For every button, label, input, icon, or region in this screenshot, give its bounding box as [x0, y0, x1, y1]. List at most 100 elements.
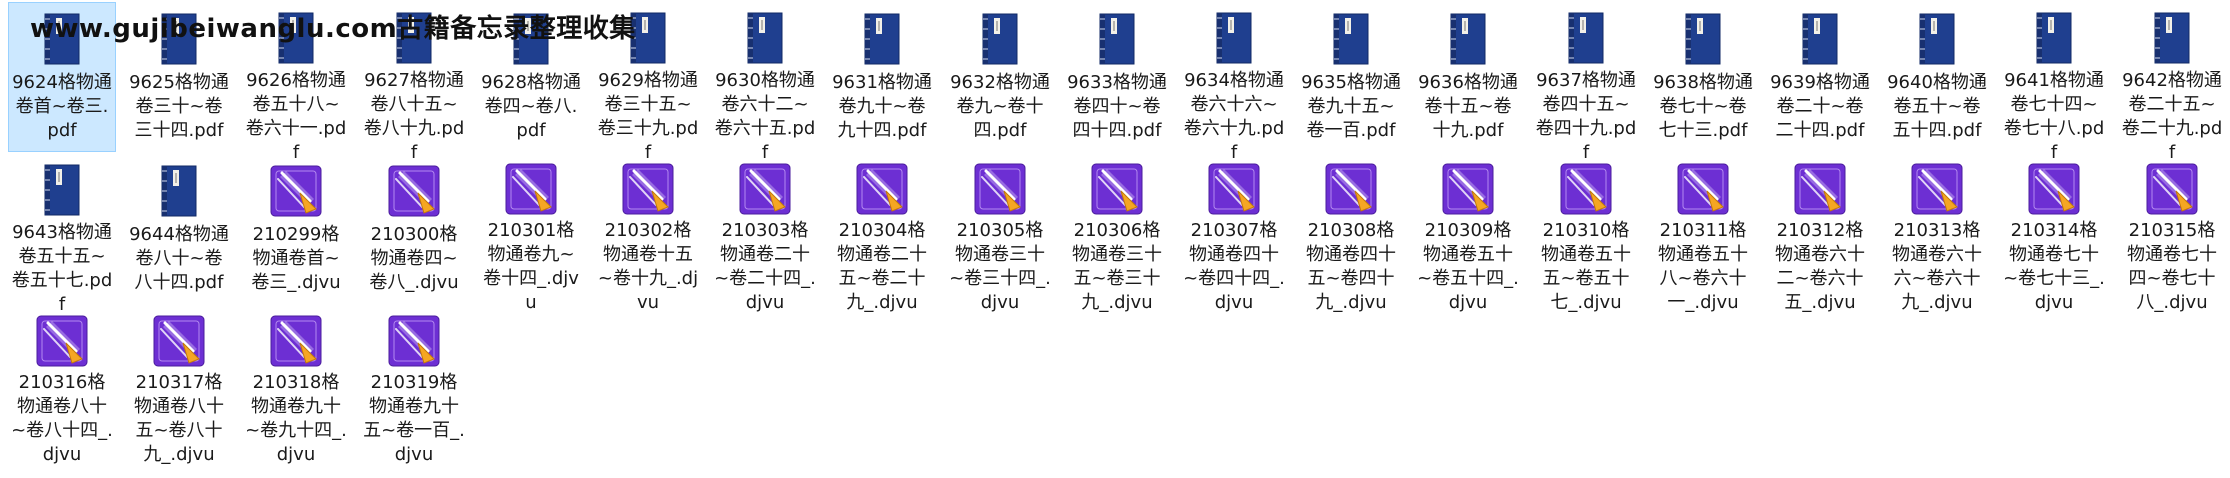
file-name-label: 9632格物通卷九~卷十四.pdf	[950, 72, 1050, 141]
file-name-label: 9633格物通卷四十~卷四十四.pdf	[1067, 72, 1167, 141]
file-item[interactable]: 210314格物通卷七十~卷七十三_.djvu	[2000, 154, 2108, 313]
file-name-label: 210303格物通卷二十~卷二十四_.djvu	[714, 220, 816, 313]
file-name-label: 9629格物通卷三十五~卷三十九.pdf	[597, 70, 699, 163]
djvu-file-icon	[386, 315, 442, 367]
djvu-file-icon	[1089, 163, 1145, 215]
file-item[interactable]: 210313格物通卷六十六~卷六十九_.djvu	[1883, 154, 1991, 313]
pdf-book-icon	[972, 11, 1028, 67]
file-name-label: 9644格物通卷八十~卷八十四.pdf	[129, 224, 229, 293]
file-name-label: 9637格物通卷四十五~卷四十九.pdf	[1535, 70, 1637, 163]
file-item[interactable]: 9644格物通卷八十~卷八十四.pdf	[125, 154, 233, 304]
file-item[interactable]: 210318格物通卷九十~卷九十四_.djvu	[242, 306, 350, 465]
pdf-book-icon	[2026, 11, 2082, 65]
file-item[interactable]: 9641格物通卷七十四~卷七十八.pdf	[2000, 2, 2108, 163]
djvu-file-icon	[268, 315, 324, 367]
file-item[interactable]: 210307格物通卷四十~卷四十四_.djvu	[1180, 154, 1288, 313]
file-name-label: 210314格物通卷七十~卷七十三_.djvu	[2003, 220, 2105, 313]
file-name-label: 210302格物通卷十五~卷十九_.djvu	[597, 220, 699, 313]
djvu-file-icon	[1792, 163, 1848, 215]
file-name-label: 9631格物通卷九十~卷九十四.pdf	[832, 72, 932, 141]
file-item[interactable]: 9631格物通卷九十~卷九十四.pdf	[828, 2, 936, 152]
file-item[interactable]: 9643格物通卷五十五~卷五十七.pdf	[8, 154, 116, 315]
pdf-book-icon	[34, 163, 90, 217]
pdf-book-icon	[1323, 11, 1379, 67]
file-row: 9643格物通卷五十五~卷五十七.pdf 9644格物通卷八十~卷八十四.pdf 2…	[8, 154, 2228, 315]
file-item[interactable]: 210312格物通卷六十二~卷六十五_.djvu	[1766, 154, 1874, 313]
djvu-file-icon	[1440, 163, 1496, 215]
file-name-label: 210316格物通卷八十~卷八十四_.djvu	[11, 372, 113, 465]
file-name-label: 9640格物通卷五十~卷五十四.pdf	[1887, 72, 1987, 141]
watermark-text: www.gujibeiwanglu.com古籍备忘录整理收集	[30, 14, 636, 44]
djvu-file-icon	[1909, 163, 1965, 215]
file-item[interactable]: 210310格物通卷五十五~卷五十七_.djvu	[1532, 154, 1640, 313]
pdf-book-icon	[737, 11, 793, 65]
file-item[interactable]: 210302格物通卷十五~卷十九_.djvu	[594, 154, 702, 313]
file-item[interactable]: 210308格物通卷四十五~卷四十九_.djvu	[1297, 154, 1405, 313]
file-name-label: 9630格物通卷六十二~卷六十五.pdf	[714, 70, 816, 163]
file-name-label: 9625格物通卷三十~卷三十四.pdf	[129, 72, 229, 141]
file-name-label: 210306格物通卷三十五~卷三十九_.djvu	[1072, 220, 1162, 313]
file-name-label: 9636格物通卷十五~卷十九.pdf	[1418, 72, 1518, 141]
djvu-file-icon	[1675, 163, 1731, 215]
file-item[interactable]: 9630格物通卷六十二~卷六十五.pdf	[711, 2, 819, 163]
file-name-label: 9635格物通卷九十五~卷一百.pdf	[1301, 72, 1401, 141]
pdf-book-icon	[1089, 11, 1145, 67]
pdf-book-icon	[854, 11, 910, 67]
file-name-label: 9628格物通卷四~卷八.pdf	[481, 72, 581, 141]
djvu-file-icon	[503, 163, 559, 215]
file-item[interactable]: 9642格物通卷二十五~卷二十九.pdf	[2118, 2, 2226, 163]
file-item[interactable]: 9638格物通卷七十~卷七十三.pdf	[1649, 2, 1757, 152]
file-item[interactable]: 210317格物通卷八十五~卷八十九_.djvu	[125, 306, 233, 465]
file-name-label: 9627格物通卷八十五~卷八十九.pdf	[363, 70, 465, 163]
file-name-label: 210308格物通卷四十五~卷四十九_.djvu	[1306, 220, 1396, 313]
file-item[interactable]: 9637格物通卷四十五~卷四十九.pdf	[1532, 2, 1640, 163]
file-name-label: 9643格物通卷五十五~卷五十七.pdf	[11, 222, 113, 315]
djvu-file-icon	[268, 163, 324, 219]
djvu-file-icon	[2026, 163, 2082, 215]
file-name-label: 9642格物通卷二十五~卷二十九.pdf	[2121, 70, 2223, 163]
file-item[interactable]: 9632格物通卷九~卷十四.pdf	[946, 2, 1054, 152]
djvu-file-icon	[620, 163, 676, 215]
file-item[interactable]: 9639格物通卷二十~卷二十四.pdf	[1766, 2, 1874, 152]
file-name-label: 210318格物通卷九十~卷九十四_.djvu	[245, 372, 347, 465]
file-item[interactable]: 9636格物通卷十五~卷十九.pdf	[1414, 2, 1522, 152]
file-item[interactable]: 210311格物通卷五十八~卷六十一_.djvu	[1649, 154, 1757, 313]
pdf-book-icon	[1792, 11, 1848, 67]
file-item[interactable]: 210305格物通卷三十~卷三十四_.djvu	[946, 154, 1054, 313]
file-name-label: 210299格物通卷首~卷三_.djvu	[251, 224, 341, 293]
file-item[interactable]: 210315格物通卷七十四~卷七十八_.djvu	[2118, 154, 2226, 313]
file-item[interactable]: 210303格物通卷二十~卷二十四_.djvu	[711, 154, 819, 313]
file-name-label: 210309格物通卷五十~卷五十四_.djvu	[1417, 220, 1519, 313]
file-name-label: 210312格物通卷六十二~卷六十五_.djvu	[1775, 220, 1865, 313]
file-name-label: 210315格物通卷七十四~卷七十八_.djvu	[2127, 220, 2217, 313]
file-item[interactable]: 210316格物通卷八十~卷八十四_.djvu	[8, 306, 116, 465]
file-item[interactable]: 9633格物通卷四十~卷四十四.pdf	[1063, 2, 1171, 152]
file-item[interactable]: 9634格物通卷六十六~卷六十九.pdf	[1180, 2, 1288, 163]
file-item[interactable]: 210304格物通卷二十五~卷二十九_.djvu	[828, 154, 936, 313]
file-name-label: 210319格物通卷九十五~卷一百_.djvu	[363, 372, 465, 465]
pdf-book-icon	[2144, 11, 2200, 65]
pdf-book-icon	[151, 163, 207, 219]
file-grid: 9624格物通卷首~卷三.pdf 9625格物通卷三十~卷三十四.pdf 9626格…	[8, 2, 2228, 465]
file-item[interactable]: 210301格物通卷九~卷十四_.djvu	[477, 154, 585, 313]
file-name-label: 210310格物通卷五十五~卷五十七_.djvu	[1541, 220, 1631, 313]
djvu-file-icon	[151, 315, 207, 367]
file-item[interactable]: 9635格物通卷九十五~卷一百.pdf	[1297, 2, 1405, 152]
file-name-label: 210305格物通卷三十~卷三十四_.djvu	[949, 220, 1051, 313]
pdf-book-icon	[1675, 11, 1731, 67]
file-name-label: 210317格物通卷八十五~卷八十九_.djvu	[134, 372, 224, 465]
file-item[interactable]: 210299格物通卷首~卷三_.djvu	[242, 154, 350, 304]
file-item[interactable]: 210319格物通卷九十五~卷一百_.djvu	[360, 306, 468, 465]
file-name-label: 9638格物通卷七十~卷七十三.pdf	[1653, 72, 1753, 141]
pdf-book-icon	[1909, 11, 1965, 67]
file-name-label: 210313格物通卷六十六~卷六十九_.djvu	[1892, 220, 1982, 313]
file-name-label: 9634格物通卷六十六~卷六十九.pdf	[1183, 70, 1285, 163]
file-name-label: 210300格物通卷四~卷八_.djvu	[369, 224, 459, 293]
pdf-book-icon	[1558, 11, 1614, 65]
djvu-file-icon	[737, 163, 793, 215]
djvu-file-icon	[1206, 163, 1262, 215]
file-item[interactable]: 210309格物通卷五十~卷五十四_.djvu	[1414, 154, 1522, 313]
file-item[interactable]: 9640格物通卷五十~卷五十四.pdf	[1883, 2, 1991, 152]
file-item[interactable]: 210306格物通卷三十五~卷三十九_.djvu	[1063, 154, 1171, 313]
file-item[interactable]: 210300格物通卷四~卷八_.djvu	[360, 154, 468, 304]
